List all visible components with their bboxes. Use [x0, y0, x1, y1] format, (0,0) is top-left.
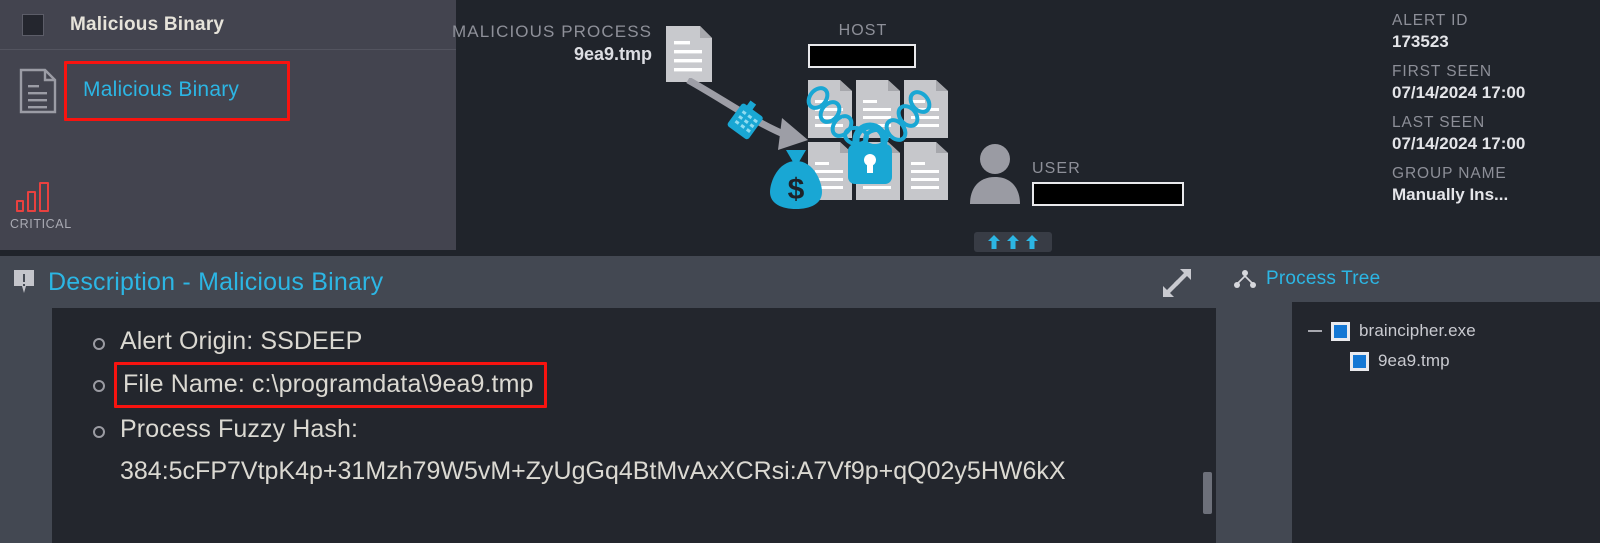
alert-id-value: 173523 — [1392, 32, 1449, 51]
encrypted-files-grid — [808, 80, 950, 202]
description-panel: Description - Malicious Binary Alert Ori… — [0, 256, 1216, 543]
description-body: Alert Origin: SSDEEP File Name: c:\progr… — [52, 308, 1216, 543]
document-icon — [19, 68, 57, 114]
malicious-process-node-label: MALICIOUS PROCESS 9ea9.tmp — [452, 22, 652, 65]
process-tree-body: braincipher.exe 9ea9.tmp — [1292, 302, 1600, 543]
arrow-up-icon — [988, 235, 1000, 249]
group-name-value: Manually Ins... — [1392, 185, 1509, 204]
process-tree-panel: Process Tree braincipher.exe 9ea9.tmp — [1216, 256, 1600, 543]
host-value-redacted — [808, 44, 916, 68]
file-icon — [904, 80, 948, 138]
process-tree-header: Process Tree — [1216, 256, 1600, 290]
process-tree-title: Process Tree — [1266, 268, 1381, 289]
user-value-redacted — [1032, 182, 1184, 206]
alert-detail-view: Malicious Binary Malicious Binary CRITIC… — [0, 0, 1600, 543]
description-title: Description - Malicious Binary — [48, 267, 384, 296]
arrow-up-icon — [1026, 235, 1038, 249]
first-seen-value: 07/14/2024 17:00 — [1392, 83, 1526, 102]
process-fuzzy-hash-value: 384:5cFP7VtpK4p+31Mzh79W5vM+ZyUgGq4BtMvA… — [120, 457, 1066, 485]
last-seen-value: 07/14/2024 17:00 — [1392, 134, 1526, 153]
file-icon — [856, 142, 900, 200]
expand-icon[interactable] — [1160, 266, 1194, 300]
money-bag-icon: $ — [770, 150, 822, 209]
process-icon — [1350, 351, 1369, 371]
file-name-highlight-box: File Name: c:\programdata\9ea9.tmp — [114, 362, 547, 408]
severity-bars-icon — [10, 180, 130, 212]
sidebar-item-malicious-binary[interactable]: Malicious Binary — [0, 52, 456, 130]
user-icon — [970, 144, 1020, 204]
process-tree-icon — [1234, 270, 1256, 288]
alert-sidebar: Malicious Binary Malicious Binary CRITIC… — [0, 0, 456, 250]
sidebar-item-highlight-box: Malicious Binary — [64, 61, 291, 121]
tree-node-label: braincipher.exe — [1359, 321, 1476, 340]
description-bullet-list: Alert Origin: SSDEEP File Name: c:\progr… — [52, 308, 1216, 492]
group-name-label: GROUP NAME — [1392, 165, 1507, 182]
tree-node-root[interactable]: braincipher.exe — [1308, 316, 1600, 346]
first-seen-label: FIRST SEEN — [1392, 63, 1493, 80]
info-bubble-icon — [14, 270, 34, 293]
tree-node-label: 9ea9.tmp — [1378, 351, 1450, 370]
host-node-label: HOST — [808, 22, 918, 68]
last-seen-label: LAST SEEN — [1392, 114, 1486, 131]
file-icon — [856, 80, 900, 138]
svg-text:$: $ — [788, 173, 805, 206]
description-scrollbar[interactable] — [1203, 472, 1212, 514]
sidebar-header: Malicious Binary — [0, 0, 456, 50]
escalation-arrows-badge[interactable] — [974, 232, 1052, 252]
list-item: Process Fuzzy Hash: — [93, 408, 1216, 450]
bottom-region: Description - Malicious Binary Alert Ori… — [0, 256, 1600, 543]
description-header: Description - Malicious Binary — [0, 256, 1216, 308]
alert-metadata-panel: ALERT ID 173523 FIRST SEEN 07/14/2024 17… — [1380, 0, 1600, 250]
collapse-toggle-icon[interactable] — [1308, 330, 1322, 332]
process-icon — [1331, 321, 1350, 341]
severity-indicator: CRITICAL — [10, 180, 130, 231]
file-icon — [808, 80, 852, 138]
tree-node-child[interactable]: 9ea9.tmp — [1308, 346, 1600, 376]
list-item: File Name: c:\programdata\9ea9.tmp — [93, 362, 1216, 408]
file-icon — [904, 142, 948, 200]
alert-id-label: ALERT ID — [1392, 12, 1469, 29]
host-kicker: HOST — [838, 22, 888, 39]
select-all-checkbox[interactable] — [22, 13, 44, 36]
malicious-process-file-icon[interactable] — [666, 26, 712, 82]
sidebar-item-label[interactable]: Malicious Binary — [83, 78, 239, 101]
top-region: Malicious Binary Malicious Binary CRITIC… — [0, 0, 1600, 252]
infection-arrow-icon — [686, 78, 808, 150]
severity-label: CRITICAL — [10, 217, 72, 231]
arrow-up-icon — [1007, 235, 1019, 249]
user-kicker: USER — [1032, 160, 1081, 177]
malicious-process-kicker: MALICIOUS PROCESS — [452, 22, 653, 41]
sidebar-header-title: Malicious Binary — [70, 13, 225, 35]
user-node-label: USER — [1032, 160, 1184, 206]
list-item: Alert Origin: SSDEEP — [93, 320, 1216, 362]
malicious-process-value: 9ea9.tmp — [573, 44, 652, 64]
